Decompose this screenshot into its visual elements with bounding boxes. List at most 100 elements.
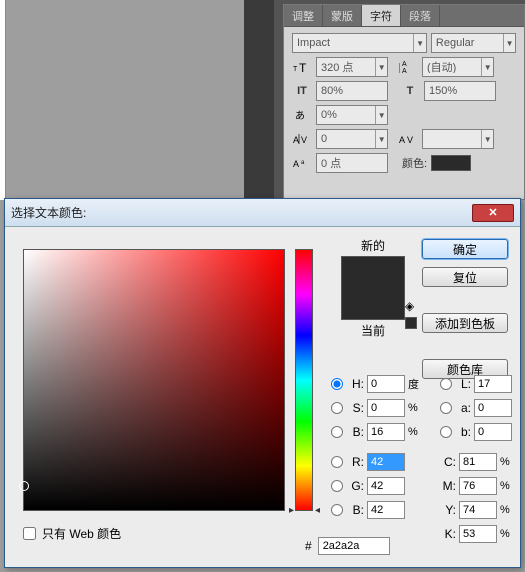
nearest-websafe-swatch[interactable] [405,317,417,329]
new-color-swatch[interactable] [342,257,404,288]
radio-a[interactable] [440,402,452,414]
chevron-down-icon[interactable]: ▼ [375,106,387,124]
tab-mask[interactable]: 蒙版 [323,5,362,26]
font-size-input[interactable] [317,61,375,73]
chevron-down-icon[interactable]: ▼ [481,58,493,76]
hscale-combo[interactable] [424,81,496,101]
hue-slider[interactable] [295,249,313,511]
svg-text:V: V [301,135,307,145]
input-r[interactable] [367,453,405,471]
cube-icon[interactable]: ◈ [405,299,419,313]
character-panel: 调整 蒙版 字符 段落 ▼ ▼ TT ▼ AA [283,4,525,200]
tracking-input[interactable] [423,133,481,145]
svg-text:A: A [399,135,405,145]
input-lab-b[interactable] [474,423,512,441]
font-size-icon: TT [292,58,312,76]
svg-text:V: V [407,135,413,145]
chevron-down-icon[interactable]: ▼ [375,130,387,148]
label-k: K: [440,527,456,541]
baseline-icon: Aa [292,154,312,172]
new-label: 新的 [333,237,413,254]
tab-adjust[interactable]: 调整 [284,5,323,26]
kerning-icon: AV [292,130,312,148]
hue-arrow-left-icon: ▸ [289,505,294,516]
tsume-combo[interactable]: ▼ [316,105,388,125]
input-c[interactable] [459,453,497,471]
vscale-icon: IT [292,82,312,100]
titlebar[interactable]: 选择文本颜色: ✕ [5,199,520,227]
radio-l[interactable] [440,378,452,390]
input-y[interactable] [459,501,497,519]
label-b: B: [346,425,364,439]
close-button[interactable]: ✕ [472,204,514,222]
add-swatch-button[interactable]: 添加到色板 [422,313,508,333]
hscale-input[interactable] [425,85,495,97]
baseline-combo[interactable] [316,153,388,173]
hue-arrow-right-icon: ◂ [315,505,320,516]
radio-b2[interactable] [331,504,343,516]
ok-button[interactable]: 确定 [422,239,508,259]
web-only-checkbox[interactable] [23,527,36,540]
svg-text:A: A [293,159,299,169]
radio-r[interactable] [331,456,343,468]
svg-text:A: A [402,68,407,74]
unit-deg: 度 [408,376,424,392]
font-size-combo[interactable]: ▼ [316,57,388,77]
input-l[interactable] [474,375,512,393]
dialog-title: 选择文本颜色: [11,204,472,221]
tsume-input[interactable] [317,109,375,121]
unit-pct: % [500,456,516,468]
baseline-input[interactable] [317,157,387,169]
radio-g[interactable] [331,480,343,492]
vscale-combo[interactable] [316,81,388,101]
color-field[interactable] [23,249,285,511]
leading-input[interactable] [423,61,481,73]
radio-lab-b[interactable] [440,426,452,438]
input-h[interactable] [367,375,405,393]
input-k[interactable] [459,525,497,543]
radio-h[interactable] [331,378,343,390]
chevron-down-icon[interactable]: ▼ [413,34,426,52]
input-s[interactable] [367,399,405,417]
tabset: 调整 蒙版 字符 段落 [284,5,524,27]
hash-label: # [305,539,312,553]
leading-combo[interactable]: ▼ [422,57,494,77]
tab-character[interactable]: 字符 [362,5,401,26]
input-b2[interactable] [367,501,405,519]
tab-paragraph[interactable]: 段落 [401,5,440,26]
label-c: C: [440,455,456,469]
radio-b[interactable] [331,426,343,438]
font-family-combo[interactable]: ▼ [292,33,427,53]
kerning-combo[interactable]: ▼ [316,129,388,149]
color-cursor[interactable] [19,481,29,491]
current-color-swatch[interactable] [342,288,404,319]
chevron-down-icon[interactable]: ▼ [503,34,515,52]
label-m: M: [440,479,456,493]
label-r: R: [346,455,364,469]
svg-text:A: A [402,61,407,68]
input-m[interactable] [459,477,497,495]
reset-button[interactable]: 复位 [422,267,508,287]
current-label: 当前 [333,322,413,339]
label-g: G: [346,479,364,493]
color-label: 颜色: [402,155,427,171]
tracking-combo[interactable]: ▼ [422,129,494,149]
chevron-down-icon[interactable]: ▼ [481,130,493,148]
tsume-icon: あ [292,106,312,124]
hscale-icon: T [400,82,420,100]
font-style-combo[interactable]: ▼ [431,33,516,53]
label-lab-b: b: [455,425,471,439]
radio-s[interactable] [331,402,343,414]
font-family-input[interactable] [293,37,413,49]
kerning-input[interactable] [317,133,375,145]
label-y: Y: [440,503,456,517]
hex-input[interactable] [318,537,390,555]
text-color-swatch[interactable] [431,155,471,171]
input-g[interactable] [367,477,405,495]
font-style-input[interactable] [432,37,503,49]
svg-text:T: T [293,66,298,73]
chevron-down-icon[interactable]: ▼ [375,58,387,76]
vscale-input[interactable] [317,85,387,97]
input-a[interactable] [474,399,512,417]
input-b[interactable] [367,423,405,441]
